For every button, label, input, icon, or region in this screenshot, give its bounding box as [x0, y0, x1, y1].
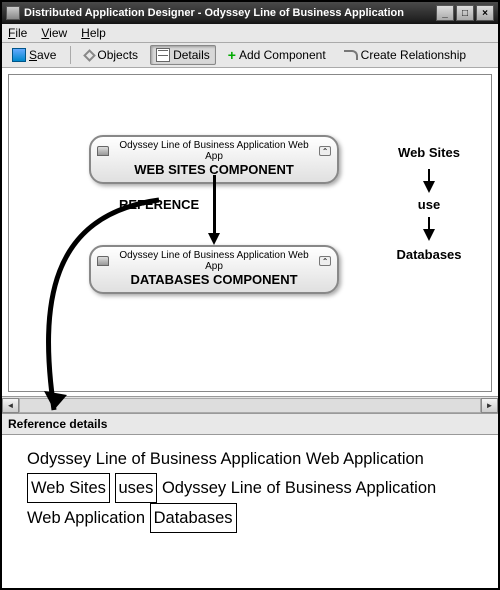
details-line-1: Odyssey Line of Business Application Web…: [27, 445, 480, 473]
reference-label: REFERENCE: [119, 197, 199, 212]
details-text: Odyssey Line of Business Application Web…: [27, 450, 424, 468]
save-button[interactable]: Save: [6, 45, 62, 65]
reference-details-body: Odyssey Line of Business Application Web…: [2, 435, 498, 543]
arrow-down-icon: [423, 181, 435, 193]
app-icon: [6, 6, 20, 20]
arrow-down-icon: [423, 229, 435, 241]
details-text: Web Application: [27, 509, 145, 527]
component-databases[interactable]: Odyssey Line of Business Application Web…: [89, 245, 339, 294]
minimize-button[interactable]: _: [436, 5, 454, 21]
add-component-label: Add Component: [239, 48, 326, 62]
plus-icon: +: [228, 49, 236, 61]
chevron-up-icon[interactable]: ⌃: [319, 146, 331, 156]
titlebar: Distributed Application Designer - Odyss…: [2, 2, 498, 24]
menu-help[interactable]: Help: [81, 26, 106, 40]
scroll-track[interactable]: [19, 398, 481, 413]
design-canvas-area: Odyssey Line of Business Application Web…: [2, 68, 498, 396]
maximize-button[interactable]: □: [456, 5, 474, 21]
add-component-button[interactable]: + Add Component: [222, 45, 332, 65]
create-relationship-button[interactable]: Create Relationship: [338, 45, 472, 65]
details-icon: [156, 48, 170, 62]
connector-line: [213, 175, 216, 235]
window-title: Distributed Application Designer - Odyss…: [24, 7, 436, 19]
toolbar-separator: [70, 46, 71, 64]
relationship-icon: [344, 50, 358, 60]
component-icon: [97, 146, 109, 156]
component-title: DATABASES COMPONENT: [97, 272, 331, 287]
component-subtitle: Odyssey Line of Business Application Web…: [112, 250, 316, 272]
menubar: File View Help: [2, 24, 498, 43]
scroll-right-button[interactable]: ►: [481, 398, 498, 413]
details-token-uses[interactable]: uses: [115, 473, 158, 503]
objects-icon: [84, 49, 97, 62]
details-token-websites[interactable]: Web Sites: [27, 473, 110, 503]
details-line-3: Web Application Databases: [27, 503, 480, 533]
create-relationship-label: Create Relationship: [361, 48, 466, 62]
save-icon: [12, 48, 26, 62]
side-label-use: use: [384, 197, 474, 212]
details-button[interactable]: Details: [150, 45, 216, 65]
menu-file[interactable]: File: [8, 26, 27, 40]
menu-view[interactable]: View: [41, 26, 67, 40]
component-subtitle: Odyssey Line of Business Application Web…: [112, 140, 316, 162]
close-button[interactable]: ×: [476, 5, 494, 21]
objects-label: Objects: [97, 48, 138, 62]
design-canvas[interactable]: Odyssey Line of Business Application Web…: [8, 74, 492, 392]
component-icon: [97, 256, 109, 266]
toolbar: Save Objects Details + Add Component Cre…: [2, 43, 498, 68]
objects-button[interactable]: Objects: [79, 45, 144, 65]
side-label-databases: Databases: [384, 247, 474, 262]
side-label-websites: Web Sites: [384, 145, 474, 160]
details-label: Details: [173, 48, 210, 62]
horizontal-scrollbar[interactable]: ◄ ►: [2, 396, 498, 413]
chevron-up-icon[interactable]: ⌃: [319, 256, 331, 266]
scroll-left-button[interactable]: ◄: [2, 398, 19, 413]
details-token-databases[interactable]: Databases: [150, 503, 237, 533]
connector-arrowhead: [208, 233, 220, 245]
details-line-2: Web Sites uses Odyssey Line of Business …: [27, 473, 480, 503]
details-text: Odyssey Line of Business Application: [162, 479, 436, 497]
reference-details-header: Reference details: [2, 413, 498, 435]
